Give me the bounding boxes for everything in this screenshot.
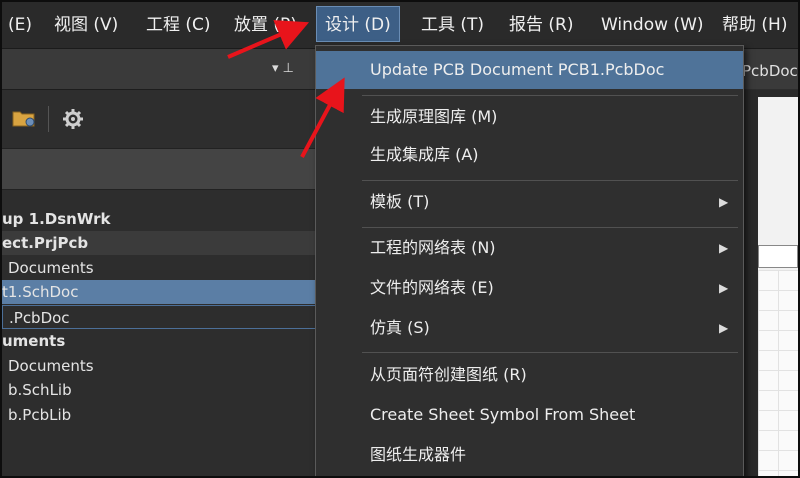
menu-view[interactable]: 视图 (V) xyxy=(54,2,118,48)
menu-tools[interactable]: 工具 (T) xyxy=(421,2,484,48)
menu-item-label: 生成集成库 (A) xyxy=(370,145,479,164)
menu-help[interactable]: 帮助 (H) xyxy=(722,2,787,48)
tree-item-label: ect.PrjPcb xyxy=(2,234,89,252)
menu-item-update-pcb[interactable]: Update PCB Document PCB1.PcbDoc xyxy=(316,51,743,89)
menu-item-document-netlist[interactable]: 文件的网络表 (E) ▶ xyxy=(316,269,743,307)
tree-item-label: up 1.DsnWrk xyxy=(2,210,111,228)
menubar: (E) 视图 (V) 工程 (C) 放置 (P) 设计 (D) 工具 (T) 报… xyxy=(2,2,798,49)
menu-item-create-sheet-from-symbol[interactable]: 从页面符创建图纸 (R) xyxy=(316,356,743,394)
menu-item-sheet-to-component[interactable]: 图纸生成器件 xyxy=(316,436,743,474)
menu-reports[interactable]: 报告 (R) xyxy=(509,2,573,48)
tree-item-schdoc[interactable]: t1.SchDoc xyxy=(2,280,316,304)
tree-item-pcbdoc[interactable]: .PcbDoc xyxy=(2,305,316,329)
menu-item-label: 仿真 (S) xyxy=(370,318,430,337)
menu-place[interactable]: 放置 (P) xyxy=(234,2,297,48)
sheet-title-field xyxy=(758,245,798,268)
tree-item-workspace[interactable]: up 1.DsnWrk xyxy=(2,207,316,231)
menu-item-label: Update PCB Document PCB1.PcbDoc xyxy=(370,60,665,79)
menu-item-label: 从页面符创建图纸 (R) xyxy=(370,365,527,384)
app-window: (E) 视图 (V) 工程 (C) 放置 (P) 设计 (D) 工具 (T) 报… xyxy=(0,0,800,478)
tree-item-schlib[interactable]: b.SchLib xyxy=(2,378,322,402)
chevron-right-icon: ▶ xyxy=(719,321,729,335)
chevron-right-icon: ▶ xyxy=(719,281,729,295)
menu-design[interactable]: 设计 (D) xyxy=(316,6,400,42)
projects-panel-header: ▾ ⊥ xyxy=(2,49,316,90)
design-menu-dropdown: Update PCB Document PCB1.PcbDoc 生成原理图库 (… xyxy=(315,45,744,476)
folder-icon[interactable] xyxy=(12,108,36,128)
tree-item-project[interactable]: ect.PrjPcb xyxy=(2,231,316,255)
menu-item-simulate[interactable]: 仿真 (S) ▶ xyxy=(316,309,743,347)
tree-item-label: uments xyxy=(2,332,66,350)
toolbar-divider xyxy=(48,106,49,132)
tree-item-label: .PcbDoc xyxy=(9,309,70,327)
chevron-right-icon: ▶ xyxy=(719,195,729,209)
menu-item-make-schlib[interactable]: 生成原理图库 (M) xyxy=(316,98,743,136)
menu-item-label: 模板 (T) xyxy=(370,192,430,211)
gear-icon[interactable] xyxy=(62,108,84,130)
tree-item-source-documents[interactable]: Documents xyxy=(2,256,322,280)
menu-item-project-netlist[interactable]: 工程的网络表 (N) ▶ xyxy=(316,229,743,267)
tree-item-label: Documents xyxy=(8,357,94,375)
menu-item-make-intlib[interactable]: 生成集成库 (A) xyxy=(316,136,743,174)
chevron-right-icon: ▶ xyxy=(719,241,729,255)
menu-separator xyxy=(362,227,738,228)
menu-separator xyxy=(362,180,738,181)
menu-separator xyxy=(362,95,738,96)
projects-toolbar xyxy=(2,90,316,148)
tree-item-label: b.SchLib xyxy=(8,381,72,399)
menu-item-label: 文件的网络表 (E) xyxy=(370,278,494,297)
menu-separator xyxy=(362,352,738,353)
document-tab-label: PcbDoc xyxy=(742,62,798,80)
panel-search-bar[interactable] xyxy=(2,148,316,190)
tree-item-libraries[interactable]: uments xyxy=(2,329,316,353)
menu-item-label: 生成原理图库 (M) xyxy=(370,107,498,126)
tree-item-pcblib[interactable]: b.PcbLib xyxy=(2,403,322,427)
tree-item-label: b.PcbLib xyxy=(8,406,72,424)
tree-item-label: Documents xyxy=(8,259,94,277)
menu-item-label: 工程的网络表 (N) xyxy=(370,238,496,257)
document-tab-pcbdoc[interactable]: PcbDoc xyxy=(742,49,798,89)
panel-pin-controls[interactable]: ▾ ⊥ xyxy=(272,49,294,89)
sheet-grid xyxy=(758,270,798,476)
menu-window[interactable]: Window (W) xyxy=(601,2,704,48)
menu-item-label: 图纸生成器件 xyxy=(370,445,467,464)
menu-item-create-sheet-symbol[interactable]: Create Sheet Symbol From Sheet xyxy=(316,396,743,434)
menu-item-label: Create Sheet Symbol From Sheet xyxy=(370,405,636,424)
tree-item-label: t1.SchDoc xyxy=(2,283,79,301)
tree-item-lib-documents[interactable]: Documents xyxy=(2,354,322,378)
menu-edit[interactable]: (E) xyxy=(8,2,32,48)
menu-project[interactable]: 工程 (C) xyxy=(146,2,211,48)
menu-item-templates[interactable]: 模板 (T) ▶ xyxy=(316,183,743,221)
